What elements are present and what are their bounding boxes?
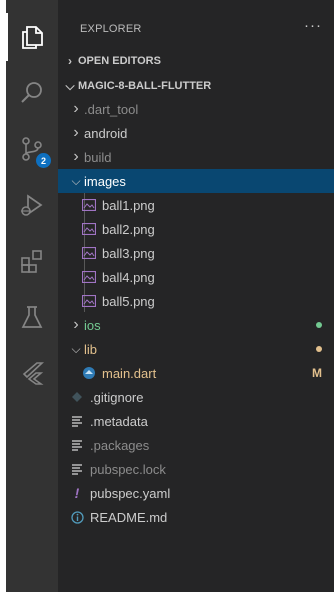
tree-file--metadata[interactable]: .metadata [58, 409, 334, 433]
chevron-right-icon: › [73, 100, 79, 117]
chevron-right-icon: › [73, 148, 79, 165]
yaml-file-icon: ! [74, 485, 80, 501]
tree-folder-images[interactable]: ⌵ images [58, 169, 334, 193]
explorer-activity-button[interactable] [6, 13, 58, 61]
text-file-icon [68, 413, 86, 429]
tree-folder--dart-tool[interactable]: › .dart_tool [58, 97, 334, 121]
chevron-down-icon: ⌵ [71, 173, 81, 188]
flutter-activity-button[interactable] [6, 349, 58, 397]
tree-file--gitignore[interactable]: .gitignore [58, 385, 334, 409]
text-file-icon [68, 437, 86, 453]
source-control-badge: 2 [36, 153, 51, 168]
explorer-title: EXPLORER [80, 23, 142, 35]
run-debug-icon [21, 194, 43, 216]
vscode-window: 2 EXPLORER ··· › OPEN EDITORS ⌵ MAGIC-8-… [6, 0, 334, 592]
tree-folder-build[interactable]: › build [58, 145, 334, 169]
dart-file-icon [80, 365, 98, 381]
search-activity-button[interactable] [6, 69, 58, 117]
testing-activity-button[interactable] [6, 293, 58, 341]
explorer-sidebar: EXPLORER ··· › OPEN EDITORS ⌵ MAGIC-8-BA… [58, 0, 334, 592]
chevron-down-icon: ⌵ [65, 78, 75, 93]
extensions-activity-button[interactable] [6, 237, 58, 285]
tree-item-label: .packages [90, 437, 150, 453]
tree-item-label: main.dart [102, 365, 157, 381]
tree-item-label: pubspec.yaml [90, 485, 171, 501]
tree-file-ball1-png[interactable]: ball1.png [58, 193, 334, 217]
extensions-icon [21, 250, 42, 273]
tree-item-label: ball4.png [102, 269, 155, 285]
tree-file-ball2-png[interactable]: ball2.png [58, 217, 334, 241]
tree-item-label: ball5.png [102, 293, 155, 309]
tree-file-pubspec-lock[interactable]: pubspec.lock [58, 457, 334, 481]
tree-file-pubspec-yaml[interactable]: ! pubspec.yaml [58, 481, 334, 505]
flutter-icon [22, 362, 45, 385]
tree-item-label: .gitignore [90, 389, 144, 405]
tree-file-ball4-png[interactable]: ball4.png [58, 265, 334, 289]
tree-item-label: lib [84, 341, 98, 357]
search-icon [21, 82, 42, 103]
run-debug-activity-button[interactable] [6, 181, 58, 229]
chevron-right-icon: › [73, 316, 79, 333]
open-editors-label: OPEN EDITORS [78, 55, 161, 67]
open-editors-section[interactable]: › OPEN EDITORS [58, 50, 334, 72]
project-section[interactable]: ⌵ MAGIC-8-BALL-FLUTTER [58, 75, 334, 97]
tree-file-ball3-png[interactable]: ball3.png [58, 241, 334, 265]
tree-file--packages[interactable]: .packages [58, 433, 334, 457]
tree-item-label: pubspec.lock [90, 461, 166, 477]
source-control-activity-button[interactable]: 2 [6, 125, 58, 173]
more-actions-button[interactable]: ··· [304, 17, 322, 34]
activity-bar: 2 [6, 0, 58, 592]
tree-item-label: ios [84, 317, 101, 333]
tree-folder-lib[interactable]: ⌵ lib [58, 337, 334, 361]
tree-file-main-dart[interactable]: main.dart M [58, 361, 334, 385]
files-icon [22, 26, 43, 49]
tree-item-label: ball3.png [102, 245, 155, 261]
image-file-icon [80, 221, 98, 237]
tree-item-label: .metadata [90, 413, 148, 429]
tree-folder-android[interactable]: › android [58, 121, 334, 145]
image-file-icon [80, 197, 98, 213]
tree-item-label: ball1.png [102, 197, 155, 213]
tree-folder-ios[interactable]: › ios [58, 313, 334, 337]
image-file-icon [80, 269, 98, 285]
git-status-dot [316, 337, 322, 361]
git-modified-mark: M [312, 366, 322, 380]
tree-item-label: build [84, 149, 112, 165]
tree-file-README-md[interactable]: README.md [58, 505, 334, 529]
tree-item-label: .dart_tool [84, 101, 139, 117]
tree-item-label: images [84, 173, 126, 189]
chevron-right-icon: › [68, 54, 72, 68]
tree-item-label: ball2.png [102, 221, 155, 237]
text-file-icon [68, 461, 86, 477]
git-status-dot [316, 313, 322, 337]
gitignore-file-icon [68, 389, 86, 405]
chevron-down-icon: ⌵ [71, 341, 81, 356]
project-label: MAGIC-8-BALL-FLUTTER [78, 80, 212, 92]
image-file-icon [80, 245, 98, 261]
tree-item-label: README.md [90, 509, 168, 525]
tree-file-ball5-png[interactable]: ball5.png [58, 289, 334, 313]
testing-icon [21, 306, 43, 328]
image-file-icon [80, 293, 98, 309]
info-icon [68, 509, 86, 525]
chevron-right-icon: › [73, 124, 79, 141]
tree-item-label: android [84, 125, 128, 141]
